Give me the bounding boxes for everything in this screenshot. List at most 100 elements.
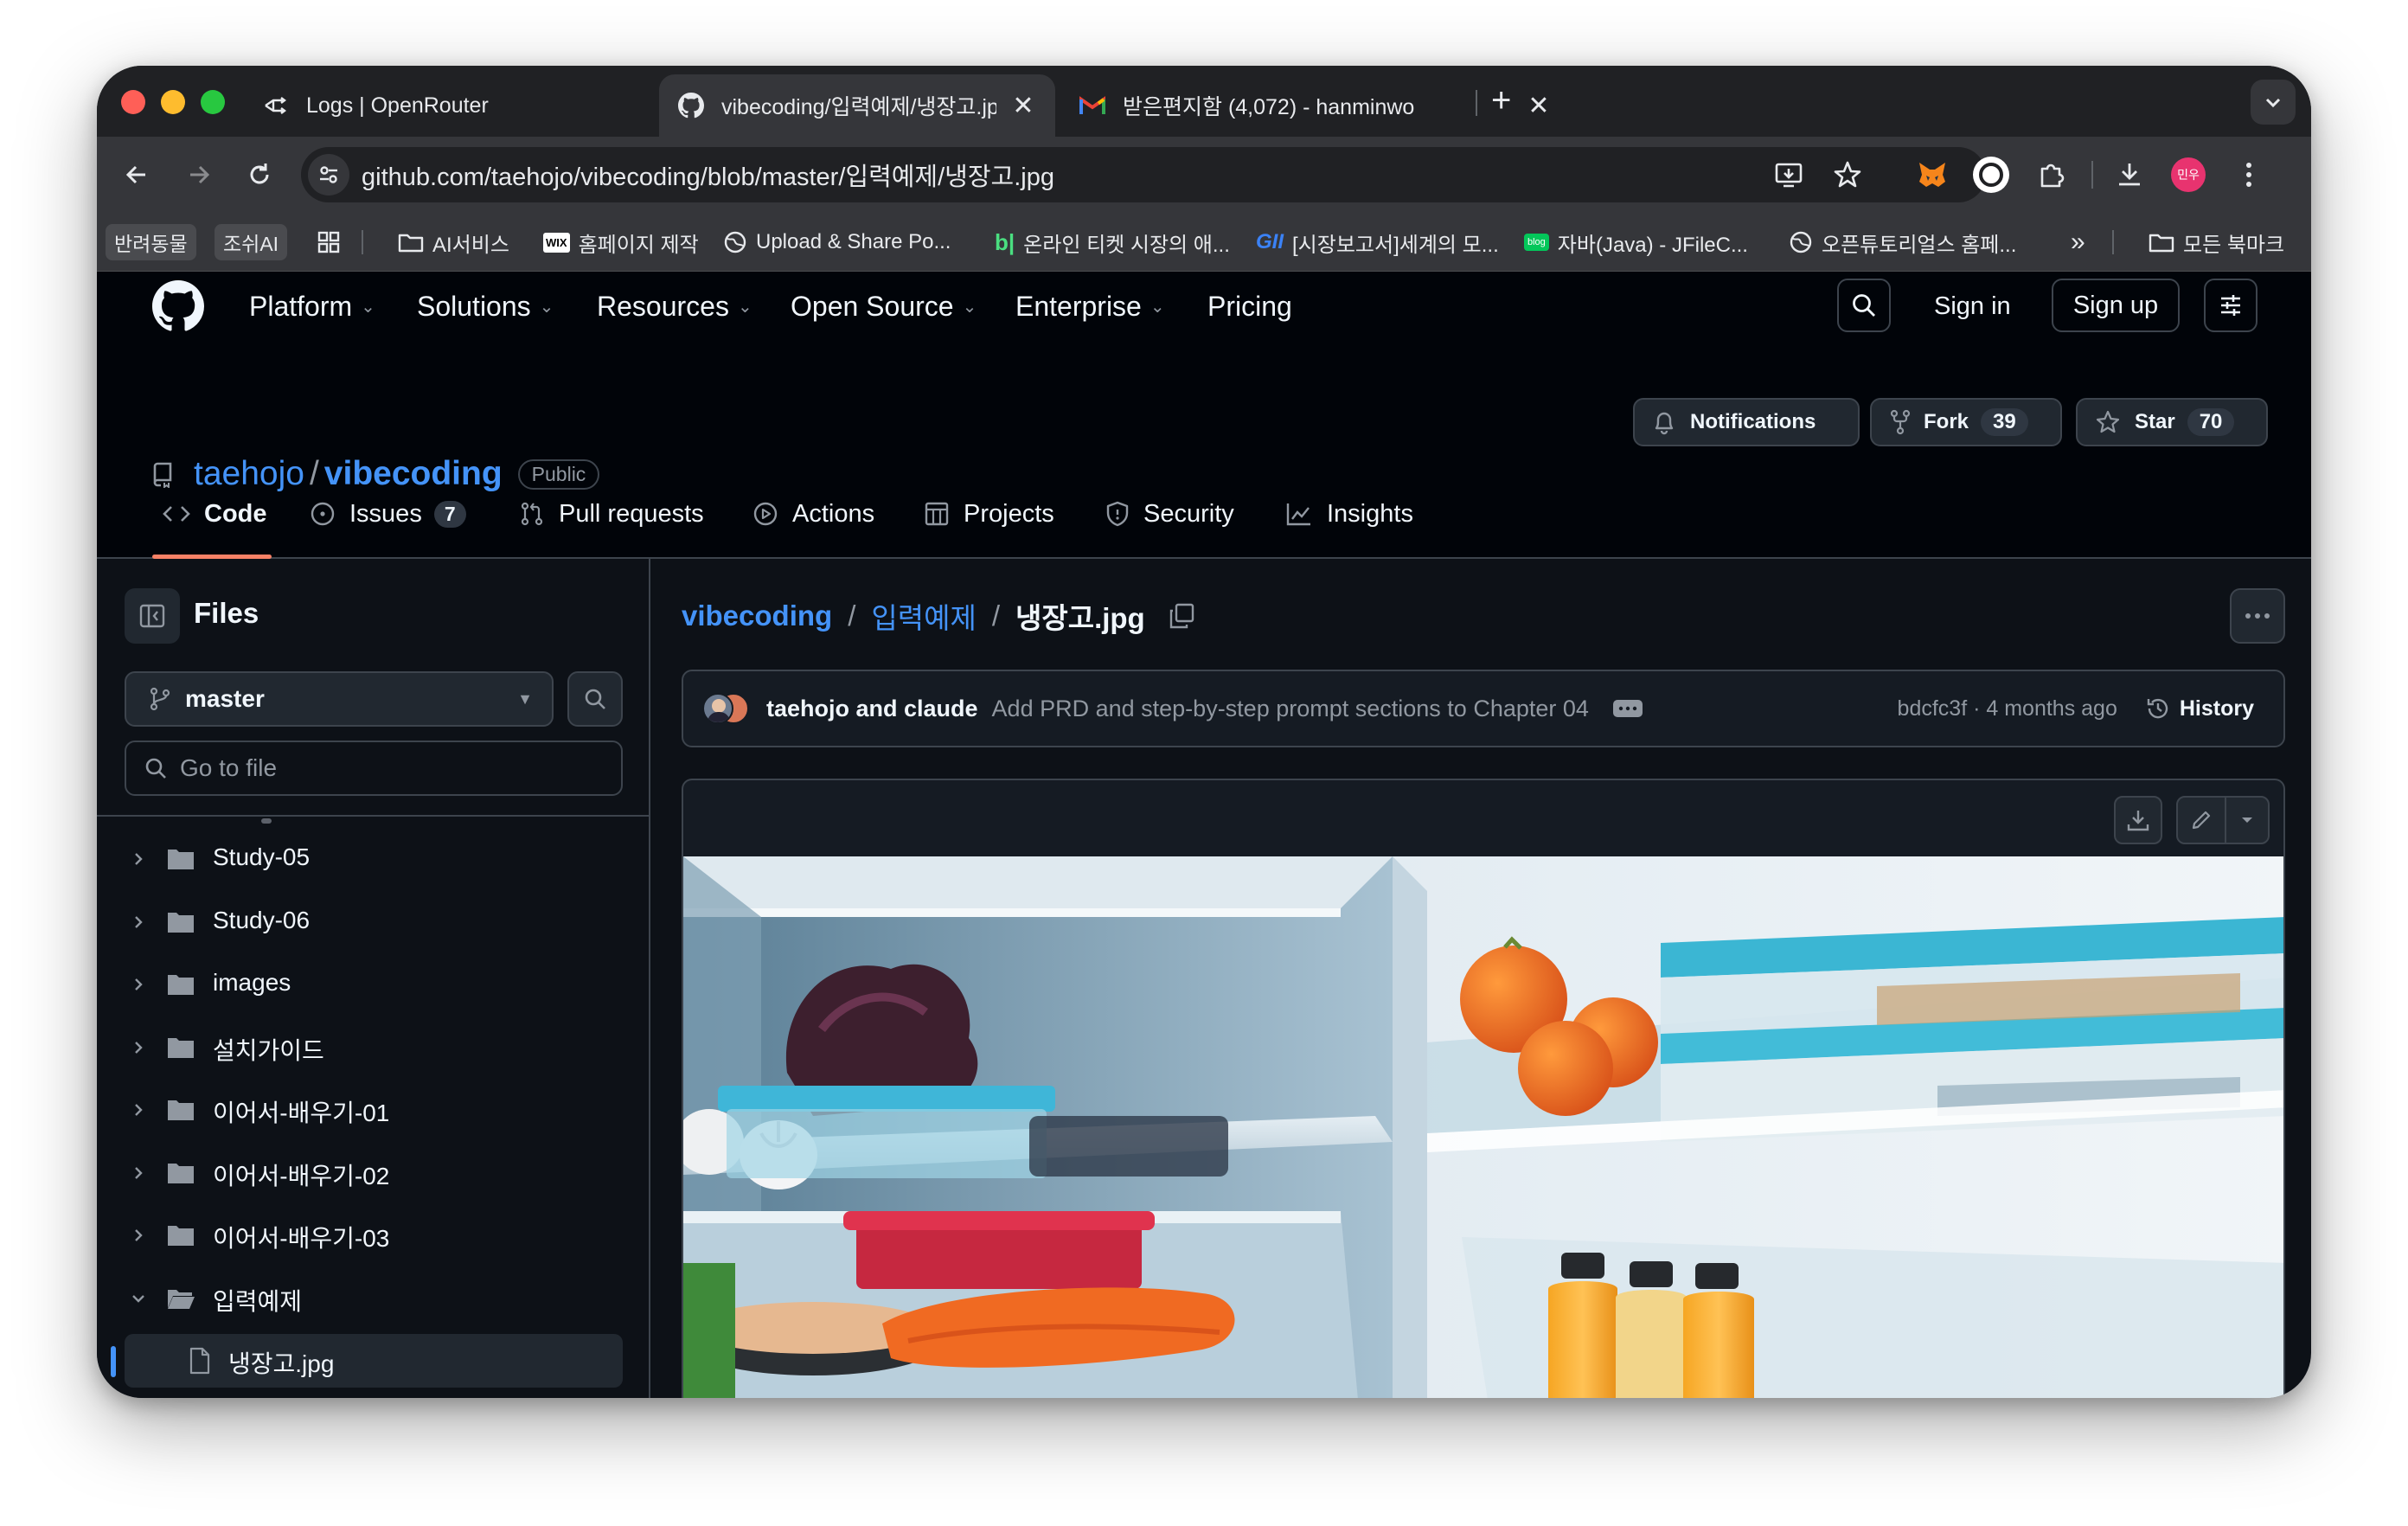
- close-window-button[interactable]: [121, 90, 145, 114]
- bookmark-item[interactable]: Upload & Share Po...: [723, 213, 951, 272]
- extension-circle-icon[interactable]: [1970, 154, 2012, 196]
- more-bookmarks-icon[interactable]: »: [2071, 213, 2085, 272]
- apps-grid-icon[interactable]: [317, 213, 341, 272]
- tab-actions[interactable]: Actions: [752, 490, 874, 538]
- download-raw-button[interactable]: [2114, 796, 2162, 844]
- author-avatars[interactable]: [702, 691, 758, 726]
- chevron-right-icon[interactable]: [130, 850, 147, 868]
- tab-projects[interactable]: Projects: [924, 490, 1054, 538]
- chevron-right-icon[interactable]: [130, 914, 147, 931]
- repo-owner-link[interactable]: taehojo: [194, 455, 304, 493]
- edit-dropdown-button[interactable]: [2226, 798, 2268, 843]
- bookmark-folder[interactable]: AI서비스: [398, 213, 509, 272]
- commit-hash-time[interactable]: bdcfc3f · 4 months ago: [1898, 696, 2117, 721]
- browser-tab-github[interactable]: vibecoding/입력예제/냉장고.jpg ✕: [659, 74, 1055, 137]
- tree-folder[interactable]: 이어서-배우기-01: [97, 1083, 650, 1137]
- extensions-puzzle-icon[interactable]: [2031, 154, 2072, 196]
- go-to-file-input[interactable]: Go to file: [125, 741, 623, 796]
- bookmark-item[interactable]: 오픈튜토리얼스 홈페...: [1789, 213, 2016, 272]
- chevron-right-icon[interactable]: [130, 1101, 147, 1119]
- tree-folder[interactable]: 설치가이드: [97, 1021, 650, 1074]
- tab-search-button[interactable]: [2251, 80, 2296, 125]
- branch-selector[interactable]: master ▼: [125, 671, 554, 727]
- repo-name-link[interactable]: vibecoding: [324, 455, 503, 493]
- tree-file[interactable]: 냉장고.jpg: [97, 1334, 650, 1388]
- minimize-window-button[interactable]: [161, 90, 185, 114]
- tab-issues[interactable]: Issues 7: [310, 490, 466, 538]
- downloads-icon[interactable]: [2109, 154, 2150, 196]
- fork-button[interactable]: Fork 39: [1870, 398, 2062, 446]
- sign-in-link[interactable]: Sign in: [1934, 272, 2011, 341]
- repo-separator: /: [309, 455, 319, 492]
- tab-code[interactable]: Code: [163, 490, 267, 538]
- tree-folder[interactable]: Study-06: [97, 895, 650, 949]
- chevron-right-icon[interactable]: [130, 1227, 147, 1244]
- bookmarks-bar: 반려동물 조쉬AI AI서비스 WIX 홈페이지 제작 Upload & Sha…: [97, 213, 2311, 272]
- notifications-button[interactable]: Notifications: [1633, 398, 1860, 446]
- maximize-window-button[interactable]: [201, 90, 225, 114]
- tree-folder[interactable]: 이어서-배우기-03: [97, 1209, 650, 1262]
- all-bookmarks-folder[interactable]: 모든 북마크: [2149, 213, 2284, 272]
- issues-count: 7: [433, 500, 466, 528]
- search-button[interactable]: [1837, 279, 1891, 332]
- collapse-sidebar-button[interactable]: [125, 588, 180, 644]
- profile-avatar[interactable]: 민우: [2168, 154, 2209, 196]
- chevron-right-icon[interactable]: [130, 1039, 147, 1056]
- more-options-button[interactable]: [2230, 588, 2285, 644]
- search-files-button[interactable]: [567, 671, 623, 727]
- commit-message[interactable]: Add PRD and step-by-step prompt sections…: [992, 696, 1589, 722]
- tree-folder[interactable]: 입력예제: [97, 1272, 650, 1325]
- tab-security[interactable]: Security: [1105, 490, 1234, 538]
- expand-commit-icon[interactable]: [1612, 700, 1643, 717]
- breadcrumb-folder-link[interactable]: 입력예제: [871, 595, 976, 637]
- edit-file-button[interactable]: [2178, 798, 2226, 843]
- pull-request-icon: [519, 501, 545, 527]
- close-tab-icon[interactable]: ✕: [1010, 91, 1036, 121]
- address-bar[interactable]: github.com/taehojo/vibecoding/blob/maste…: [301, 147, 1986, 202]
- back-button[interactable]: [114, 152, 159, 197]
- edit-button-group[interactable]: [2176, 796, 2270, 844]
- nav-platform[interactable]: Platform ⌄: [249, 272, 375, 341]
- tab-insights[interactable]: Insights: [1285, 490, 1413, 538]
- chevron-right-icon[interactable]: [130, 1164, 147, 1182]
- reload-button[interactable]: [237, 152, 282, 197]
- bookmark-star-icon[interactable]: [1827, 154, 1868, 196]
- breadcrumb-repo-link[interactable]: vibecoding: [682, 600, 832, 632]
- github-logo-icon[interactable]: [152, 280, 204, 332]
- bookmark-item[interactable]: 반려동물: [106, 213, 196, 272]
- file-icon: [189, 1347, 211, 1375]
- tab-pull-requests[interactable]: Pull requests: [519, 490, 704, 538]
- bookmark-item[interactable]: blog 자바(Java) - JFileC...: [1524, 213, 1748, 272]
- bookmark-item[interactable]: GII [시장보고서]세계의 모...: [1256, 213, 1499, 272]
- copy-path-icon[interactable]: [1168, 602, 1195, 630]
- bookmark-item[interactable]: b| 온라인 티켓 시장의 애...: [995, 213, 1230, 272]
- chevron-down-icon[interactable]: [130, 1290, 147, 1307]
- folder-icon: [166, 1161, 195, 1185]
- site-info-icon[interactable]: [308, 154, 349, 196]
- nav-enterprise[interactable]: Enterprise ⌄: [1015, 272, 1165, 341]
- chevron-right-icon[interactable]: [130, 976, 147, 993]
- browser-menu-icon[interactable]: [2228, 154, 2270, 196]
- menu-settings-button[interactable]: [2204, 279, 2258, 332]
- bookmark-item[interactable]: WIX 홈페이지 제작: [543, 213, 699, 272]
- nav-solutions[interactable]: Solutions ⌄: [417, 272, 554, 341]
- bookmark-item[interactable]: 조쉬AI: [215, 213, 288, 272]
- metamask-extension-icon[interactable]: [1912, 154, 1953, 196]
- commit-authors[interactable]: taehojo and claude: [766, 696, 978, 722]
- star-button[interactable]: Star 70: [2076, 398, 2268, 446]
- new-tab-button[interactable]: +: [1491, 81, 1511, 120]
- forward-button[interactable]: [176, 152, 221, 197]
- sign-up-button[interactable]: Sign up: [2052, 279, 2180, 332]
- close-tab-icon[interactable]: ✕: [1526, 91, 1552, 121]
- tree-folder[interactable]: Study-05: [97, 832, 650, 886]
- tree-folder[interactable]: images: [97, 958, 650, 1011]
- nav-label: Enterprise: [1015, 290, 1142, 322]
- install-app-icon[interactable]: [1768, 154, 1809, 196]
- tree-folder[interactable]: 이어서-배우기-02: [97, 1146, 650, 1200]
- history-button[interactable]: History: [2145, 696, 2254, 721]
- tree-file[interactable]: 냉장고2.jpg: [97, 1397, 650, 1399]
- issue-icon: [310, 501, 336, 527]
- nav-pricing[interactable]: Pricing: [1207, 272, 1292, 341]
- nav-open-source[interactable]: Open Source ⌄: [791, 272, 977, 341]
- nav-resources[interactable]: Resources ⌄: [597, 272, 752, 341]
